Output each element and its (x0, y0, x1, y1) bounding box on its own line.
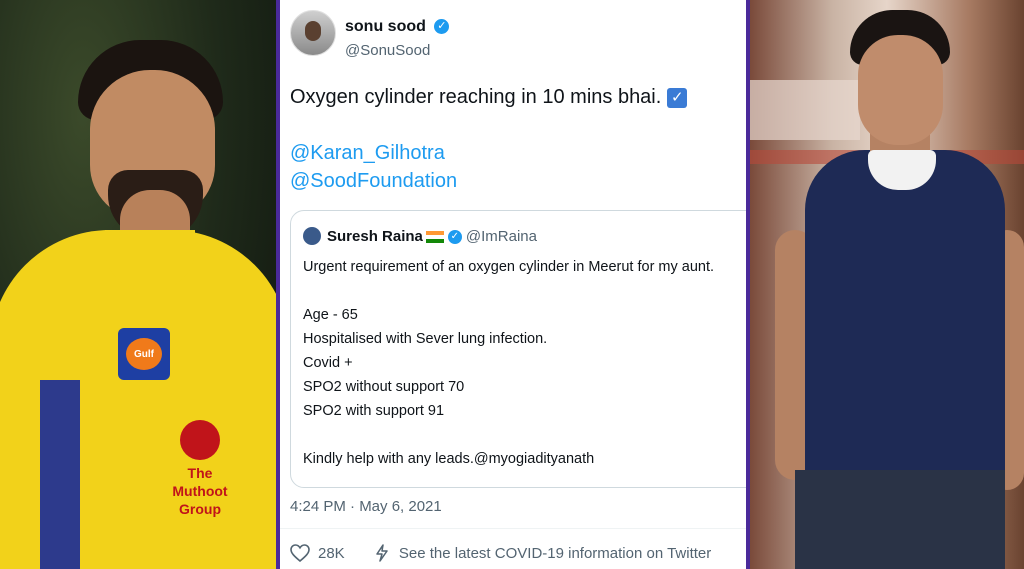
verified-badge-icon: ✓ (434, 19, 450, 35)
quote-author-name: Suresh Raina (327, 228, 423, 245)
heart-icon[interactable] (290, 544, 310, 563)
author-name[interactable]: sonu sood (345, 18, 426, 35)
tweet-card: sonu sood ✓ @SonuSood Oxygen cylinder re… (276, 0, 750, 569)
quote-author-handle: @ImRaina (465, 228, 537, 245)
india-flag-icon (425, 231, 444, 244)
gulf-logo: Gulf (118, 328, 170, 380)
sponsor-line-3: Group (179, 501, 221, 517)
author-handle[interactable]: @SonuSood (345, 42, 430, 59)
head (858, 35, 943, 145)
quote-line: Kindly help with any leads.@myogiadityan… (303, 451, 595, 467)
right-photo-actor (750, 0, 1024, 569)
muthoot-logo: The Muthoot Group (160, 420, 240, 530)
navy-tshirt (805, 150, 1005, 510)
tweet-footer: 28K See the latest COVID-19 information … (290, 544, 711, 566)
quote-line: Covid + (303, 355, 353, 371)
mention-link[interactable]: @SoodFoundation (290, 170, 457, 193)
muthoot-emblem (180, 420, 220, 460)
avatar[interactable] (290, 10, 336, 56)
sponsor-line-1: The (187, 465, 213, 481)
left-photo-cricketer: Gulf The Muthoot Group (0, 0, 276, 569)
mention-link[interactable]: @Karan_Gilhotra (290, 142, 445, 165)
avatar-face (305, 21, 321, 41)
tweet-text: Oxygen cylinder reaching in 10 mins bhai… (290, 84, 730, 110)
quote-avatar (303, 227, 321, 245)
jersey-stripe (40, 380, 80, 569)
quote-line: Urgent requirement of an oxygen cylinder… (303, 259, 715, 275)
verified-badge-icon: ✓ (447, 230, 462, 245)
covid-info-link[interactable]: See the latest COVID-19 information on T… (399, 545, 711, 562)
like-count[interactable]: 28K (318, 545, 345, 562)
quote-line: SPO2 with support 91 (303, 403, 445, 419)
tweet-timestamp[interactable]: 4:24 PM · May 6, 2021 (290, 498, 442, 515)
author-name-row: sonu sood ✓ (345, 18, 450, 36)
quote-author-row: Suresh Raina ✓ @ImRaina (327, 228, 537, 245)
check-mark-emoji-icon: ✓ (667, 87, 688, 108)
quote-line: Hospitalised with Sever lung infection. (303, 331, 548, 347)
bolt-icon (375, 544, 389, 562)
divider (280, 528, 746, 529)
tweet-body: Oxygen cylinder reaching in 10 mins bhai… (290, 86, 662, 108)
quote-line: SPO2 without support 70 (303, 379, 465, 395)
quoted-tweet[interactable]: Suresh Raina ✓ @ImRaina Urgent requirement… (290, 210, 746, 488)
pants (795, 470, 1005, 569)
gulf-logo-text: Gulf (126, 338, 162, 370)
bus-window (750, 80, 860, 140)
sponsor-line-2: Muthoot (172, 483, 228, 499)
quote-line: Age - 65 (303, 307, 358, 323)
